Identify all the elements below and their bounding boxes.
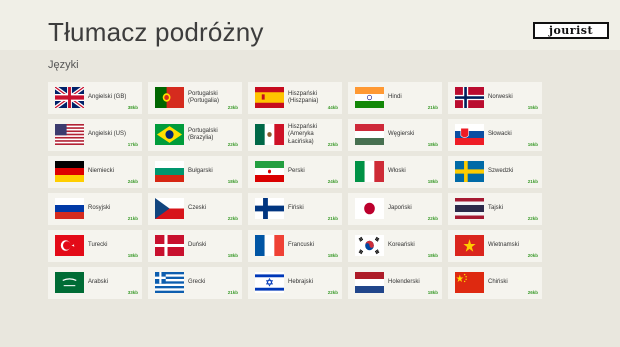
flag-turkey-icon [55,235,84,256]
language-size: 21kb [527,179,538,184]
language-tile[interactable]: Duński 18kb [148,230,242,262]
language-size: 21kb [427,105,438,110]
language-size: 22kb [327,290,338,295]
language-size: 18kb [427,179,438,184]
language-tile[interactable]: Włoski 18kb [348,156,442,188]
flag-netherlands-icon [355,272,384,293]
language-tile[interactable]: Perski 24kb [248,156,342,188]
flag-spain-icon [255,87,284,108]
language-size: 23kb [227,105,238,110]
flag-hungary-icon [355,124,384,145]
language-size: 24kb [327,179,338,184]
language-tile[interactable]: Rosyjski 21kb [48,193,142,225]
language-size: 18kb [427,253,438,258]
flag-israel-icon [255,272,284,293]
language-size: 44kb [327,105,338,110]
language-size: 18kb [427,290,438,295]
language-size: 21kb [327,216,338,221]
language-tile[interactable]: Hiszpański (Ameryka Łacińska) 22kb [248,119,342,151]
language-tile[interactable]: Wietnamski 20kb [448,230,542,262]
flag-finland-icon [255,198,284,219]
language-tile[interactable]: Tajski 22kb [448,193,542,225]
language-tile[interactable]: Portugalski (Brazylia) 22kb [148,119,242,151]
flag-norway-icon [455,87,484,108]
language-size: 21kb [227,290,238,295]
language-size: 18kb [427,142,438,147]
flag-italy-icon [355,161,384,182]
language-tile[interactable]: Słowacki 16kb [448,119,542,151]
language-tile[interactable]: Hindi 21kb [348,82,442,114]
flag-vietnam-icon [455,235,484,256]
language-size: 18kb [227,253,238,258]
flag-germany-icon [55,161,84,182]
language-tile[interactable]: Koreański 18kb [348,230,442,262]
jourist-logo: jourist [533,22,609,39]
flag-france-icon [255,235,284,256]
flag-russia-icon [55,198,84,219]
section-title: Języki [48,59,79,71]
flag-sweden-icon [455,161,484,182]
language-tile[interactable]: Czeski 22kb [148,193,242,225]
flag-korea-icon [355,235,384,256]
flag-denmark-icon [155,235,184,256]
language-tile[interactable]: Fiński 21kb [248,193,342,225]
language-tile[interactable]: Bułgarski 18kb [148,156,242,188]
language-tile[interactable]: Szwedzki 21kb [448,156,542,188]
language-size: 18kb [327,253,338,258]
language-size: 33kb [127,290,138,295]
language-tile[interactable]: Angielski (GB) 38kb [48,82,142,114]
flag-greece-icon [155,272,184,293]
language-tile[interactable]: Angielski (US) 17kb [48,119,142,151]
language-size: 38kb [127,105,138,110]
language-size: 22kb [227,216,238,221]
flag-india-icon [355,87,384,108]
language-tile[interactable]: Hebrajski 22kb [248,267,342,299]
flag-japan-icon [355,198,384,219]
flag-slovakia-icon [455,124,484,145]
language-grid: Angielski (GB) 38kb Portugalski (Portugali… [48,82,542,299]
language-size: 22kb [527,216,538,221]
flag-thailand-icon [455,198,484,219]
language-tile[interactable]: Norweski 15kb [448,82,542,114]
flag-bulgaria-icon [155,161,184,182]
flag-brazil-icon [155,124,184,145]
language-size: 15kb [527,105,538,110]
language-tile[interactable]: Hiszpański (Hiszpania) 44kb [248,82,342,114]
flag-czech-icon [155,198,184,219]
language-tile[interactable]: Grecki 21kb [148,267,242,299]
flag-portugal-icon [155,87,184,108]
language-tile[interactable]: Niemiecki 24kb [48,156,142,188]
app-header: Tłumacz podróżny jourist [0,0,620,50]
language-tile[interactable]: Arabski 33kb [48,267,142,299]
language-tile[interactable]: Japoński 22kb [348,193,442,225]
language-tile[interactable]: Portugalski (Portugalia) 23kb [148,82,242,114]
language-tile[interactable]: Węgierski 18kb [348,119,442,151]
language-size: 18kb [227,179,238,184]
language-size: 20kb [527,253,538,258]
language-tile[interactable]: Turecki 18kb [48,230,142,262]
flag-uk-icon [55,87,84,108]
language-size: 18kb [127,253,138,258]
language-tile[interactable]: Chiński 26kb [448,267,542,299]
language-size: 16kb [527,142,538,147]
language-tile[interactable]: Holenderski 18kb [348,267,442,299]
app-title: Tłumacz podróżny [48,17,264,47]
language-size: 24kb [127,179,138,184]
language-size: 22kb [227,142,238,147]
language-size: 22kb [327,142,338,147]
flag-mexico-icon [255,124,284,145]
flag-us-icon [55,124,84,145]
flag-saudi-arabia-icon [55,272,84,293]
flag-china-icon [455,272,484,293]
language-size: 21kb [127,216,138,221]
language-tile[interactable]: Francuski 18kb [248,230,342,262]
flag-iran-icon [255,161,284,182]
language-size: 17kb [127,142,138,147]
language-size: 22kb [427,216,438,221]
language-size: 26kb [527,290,538,295]
